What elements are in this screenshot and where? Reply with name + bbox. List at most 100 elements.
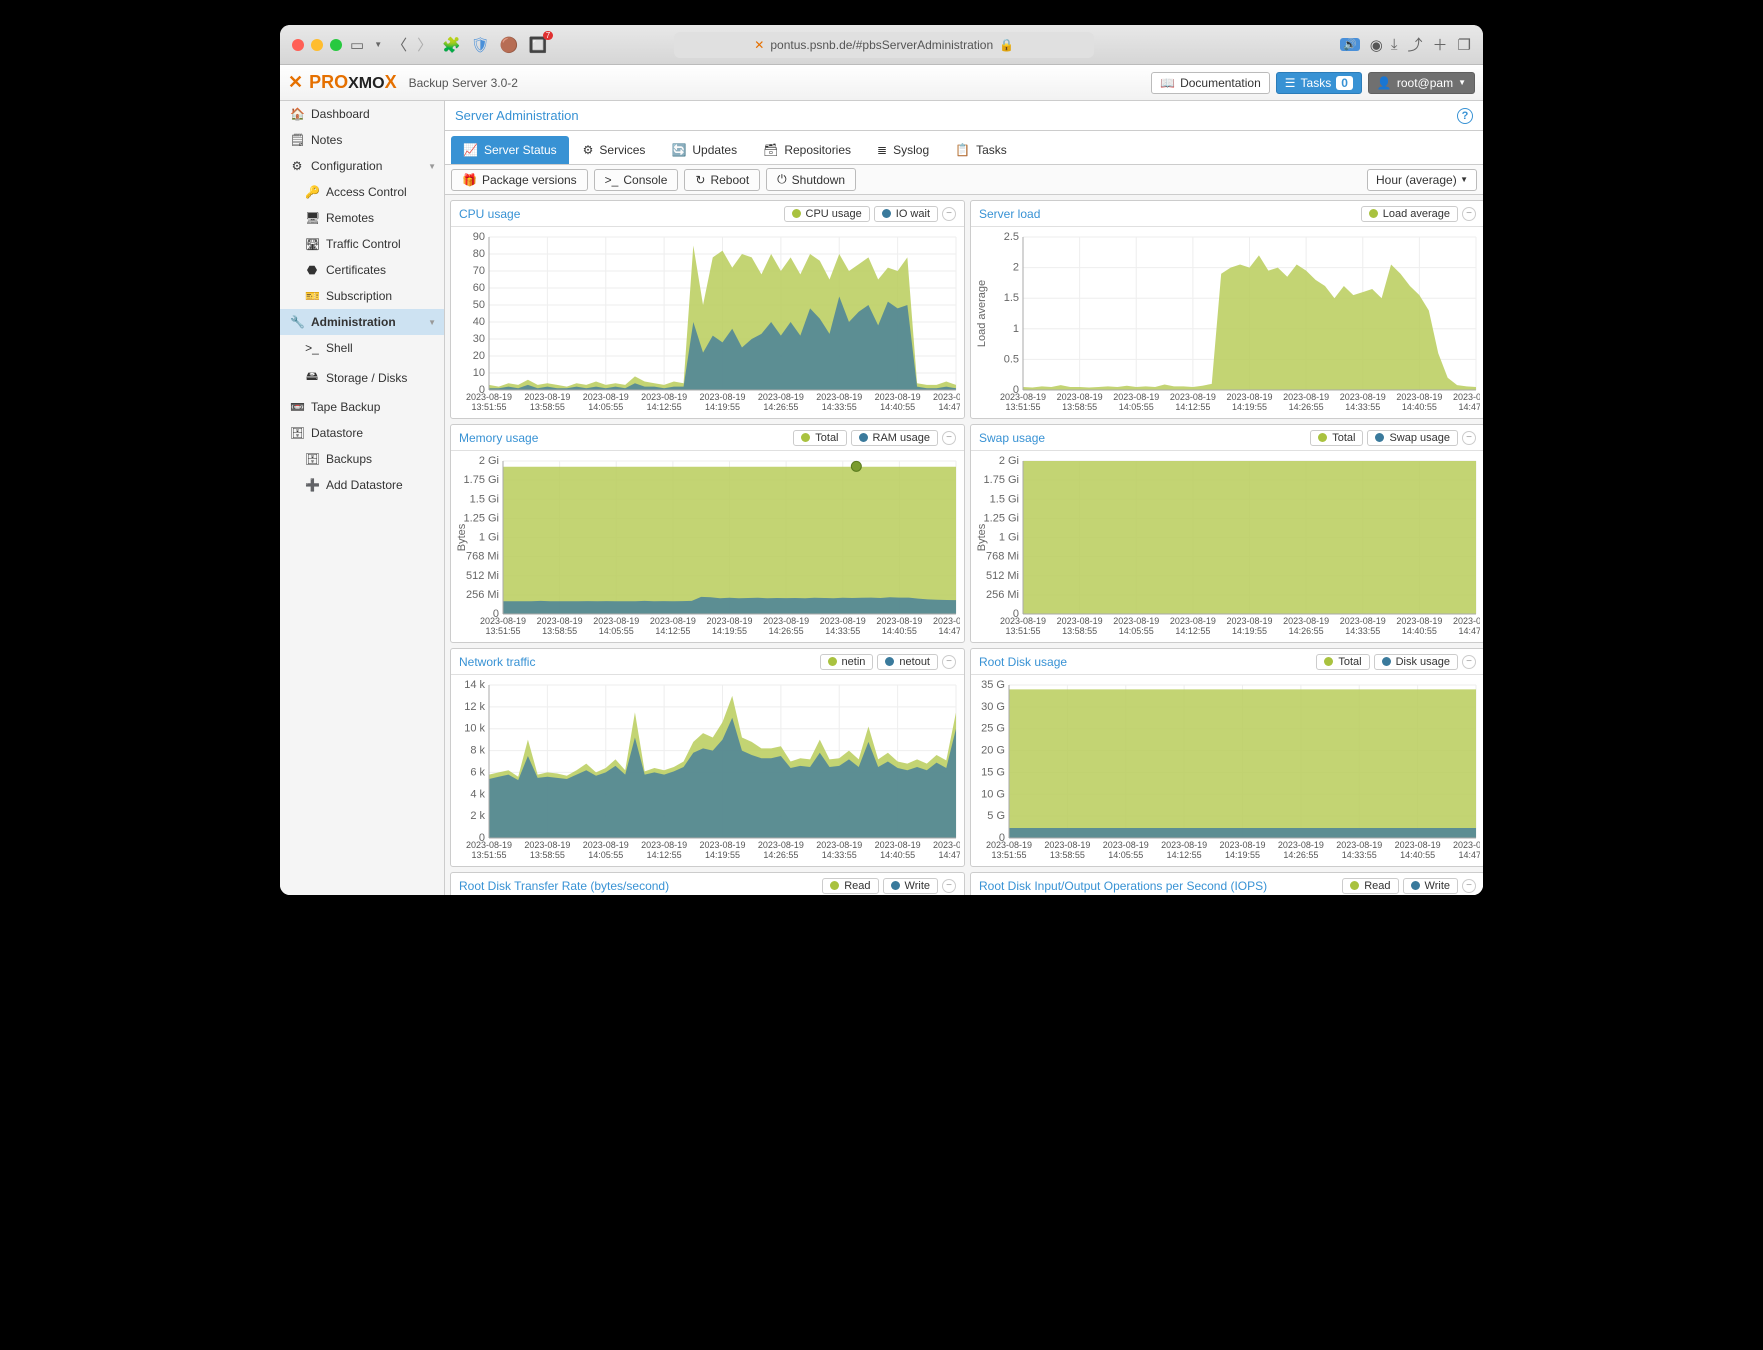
legend-item[interactable]: Swap usage	[1367, 430, 1458, 446]
svg-text:2023-08-19: 2023-08-19	[1170, 392, 1216, 402]
legend-item[interactable]: Read	[822, 878, 878, 894]
svg-text:1.25 Gi: 1.25 Gi	[464, 512, 499, 524]
sidebar-item-configuration[interactable]: ⚙Configuration	[280, 153, 444, 179]
sidebar-item-add-datastore[interactable]: ➕Add Datastore	[280, 472, 444, 498]
sidebar-item-notes[interactable]: 🗒Notes	[280, 127, 444, 153]
sidebar-toggle-icon[interactable]: ▭	[350, 36, 364, 54]
legend-dot	[1369, 209, 1378, 218]
legend-item[interactable]: CPU usage	[784, 206, 870, 222]
shield-icon[interactable]: 🛡	[471, 36, 490, 54]
sidebar-item-tape-backup[interactable]: 📼Tape Backup	[280, 394, 444, 420]
shutdown-button[interactable]: ⏻Shutdown	[766, 168, 856, 191]
forward-icon[interactable]: 〉	[417, 34, 432, 55]
sidebar-item-storage-disks[interactable]: 🖴Storage / Disks	[280, 361, 444, 394]
legend-item[interactable]: IO wait	[874, 206, 938, 222]
minimize-window-icon[interactable]	[311, 39, 323, 51]
svg-text:14:12:55: 14:12:55	[1175, 626, 1210, 636]
window-controls[interactable]	[292, 39, 342, 51]
collapse-icon[interactable]: −	[1462, 655, 1476, 669]
new-tab-icon[interactable]: ＋	[1433, 34, 1448, 55]
download-icon[interactable]: ⤓	[1391, 36, 1398, 53]
url-bar[interactable]: ✕ pontus.psnb.de/#pbsServerAdministratio…	[674, 32, 1094, 58]
nav-icon: 🏠	[290, 107, 304, 121]
collapse-icon[interactable]: −	[942, 655, 956, 669]
tab-icon: 🔄	[671, 143, 686, 157]
tab-syslog[interactable]: ≣Syslog	[865, 136, 941, 164]
tab-tasks[interactable]: 📋Tasks	[943, 136, 1019, 164]
legend-item[interactable]: Write	[1403, 878, 1458, 894]
svg-text:13:51:55: 13:51:55	[991, 850, 1026, 860]
collapse-icon[interactable]: −	[1462, 207, 1476, 221]
legend-item[interactable]: Total	[793, 430, 846, 446]
back-icon[interactable]: 〈	[392, 34, 407, 55]
svg-text:14:40:55: 14:40:55	[1402, 626, 1437, 636]
legend-item[interactable]: Total	[1310, 430, 1363, 446]
svg-text:25 G: 25 G	[981, 723, 1005, 735]
svg-text:20 G: 20 G	[981, 745, 1005, 757]
tabs-icon[interactable]: ❐	[1458, 36, 1471, 54]
tabs-bar: 📈Server Status⚙Services🔄Updates🗃Reposito…	[445, 131, 1483, 165]
svg-text:2023-08-19: 2023-08-19	[466, 840, 512, 850]
svg-text:2023-08-19: 2023-08-19	[1113, 392, 1159, 402]
svg-text:2023-08-19: 2023-08-19	[875, 392, 921, 402]
help-icon[interactable]: ?	[1457, 108, 1473, 124]
sidebar-item-remotes[interactable]: 🖥Remotes	[280, 205, 444, 231]
legend-item[interactable]: Disk usage	[1374, 654, 1458, 670]
tab-services[interactable]: ⚙Services	[571, 136, 658, 164]
svg-text:12 k: 12 k	[464, 701, 485, 713]
svg-text:14:33:55: 14:33:55	[1342, 850, 1377, 860]
close-window-icon[interactable]	[292, 39, 304, 51]
sidebar-item-backups[interactable]: 🗄Backups	[280, 446, 444, 472]
legend-item[interactable]: RAM usage	[851, 430, 938, 446]
tab-server-status[interactable]: 📈Server Status	[451, 136, 569, 164]
console-button[interactable]: >_Console	[594, 169, 679, 191]
panel-swap: Swap usageTotalSwap usage−0256 Mi512 Mi7…	[970, 424, 1483, 643]
legend-item[interactable]: Total	[1316, 654, 1369, 670]
reader-icon[interactable]: ◉	[1370, 36, 1383, 54]
tab-icon: 🗃	[763, 143, 778, 157]
legend-dot	[1382, 657, 1391, 666]
legend-dot	[1324, 657, 1333, 666]
apps-icon[interactable]: 🔲	[529, 36, 548, 54]
svg-text:2023-08-19: 2023-08-19	[816, 392, 862, 402]
share-icon[interactable]: ⤴	[1408, 34, 1423, 55]
collapse-icon[interactable]: −	[1462, 879, 1476, 893]
collapse-icon[interactable]: −	[1462, 431, 1476, 445]
sidebar-item-subscription[interactable]: 🎫Subscription	[280, 283, 444, 309]
svg-text:1.75 Gi: 1.75 Gi	[984, 474, 1019, 486]
sidebar-item-shell[interactable]: >_Shell	[280, 335, 444, 361]
legend-item[interactable]: netout	[877, 654, 938, 670]
user-menu[interactable]: 👤root@pam▼	[1368, 72, 1475, 94]
reboot-button[interactable]: ↻Reboot	[684, 169, 760, 191]
legend-item[interactable]: Write	[883, 878, 938, 894]
sidebar-item-traffic-control[interactable]: 🛣Traffic Control	[280, 231, 444, 257]
legend-item[interactable]: Load average	[1361, 206, 1458, 222]
tab-updates[interactable]: 🔄Updates	[659, 136, 749, 164]
legend-item[interactable]: netin	[820, 654, 874, 670]
legend-dot	[1375, 433, 1384, 442]
collapse-icon[interactable]: −	[942, 431, 956, 445]
svg-text:512 Mi: 512 Mi	[466, 570, 499, 582]
svg-text:13:51:55: 13:51:55	[485, 626, 520, 636]
maximize-window-icon[interactable]	[330, 39, 342, 51]
chevron-down-icon[interactable]: ▼	[374, 40, 382, 49]
legend-dot	[1318, 433, 1327, 442]
audio-icon[interactable]: 🔊	[1340, 38, 1360, 51]
extension2-icon[interactable]: 🟤	[500, 36, 519, 54]
tasks-button[interactable]: ☰Tasks0	[1276, 72, 1362, 94]
sidebar-item-datastore[interactable]: 🗄Datastore	[280, 420, 444, 446]
svg-text:2023-08-19: 2023-08-19	[933, 392, 960, 402]
sidebar-item-dashboard[interactable]: 🏠Dashboard	[280, 101, 444, 127]
sidebar-item-access-control[interactable]: 🔑Access Control	[280, 179, 444, 205]
nav-icon: ⚙	[290, 159, 304, 173]
sidebar-item-certificates[interactable]: ⬣Certificates	[280, 257, 444, 283]
tab-repositories[interactable]: 🗃Repositories	[751, 136, 863, 164]
legend-item[interactable]: Read	[1342, 878, 1398, 894]
package-versions-button[interactable]: 🎁Package versions	[451, 169, 588, 191]
collapse-icon[interactable]: −	[942, 207, 956, 221]
extension-icon[interactable]: 🧩	[442, 36, 461, 54]
sidebar-item-administration[interactable]: 🔧Administration	[280, 309, 444, 335]
documentation-button[interactable]: 📖Documentation	[1151, 72, 1270, 94]
collapse-icon[interactable]: −	[942, 879, 956, 893]
timespan-select[interactable]: Hour (average)▼	[1367, 169, 1477, 191]
